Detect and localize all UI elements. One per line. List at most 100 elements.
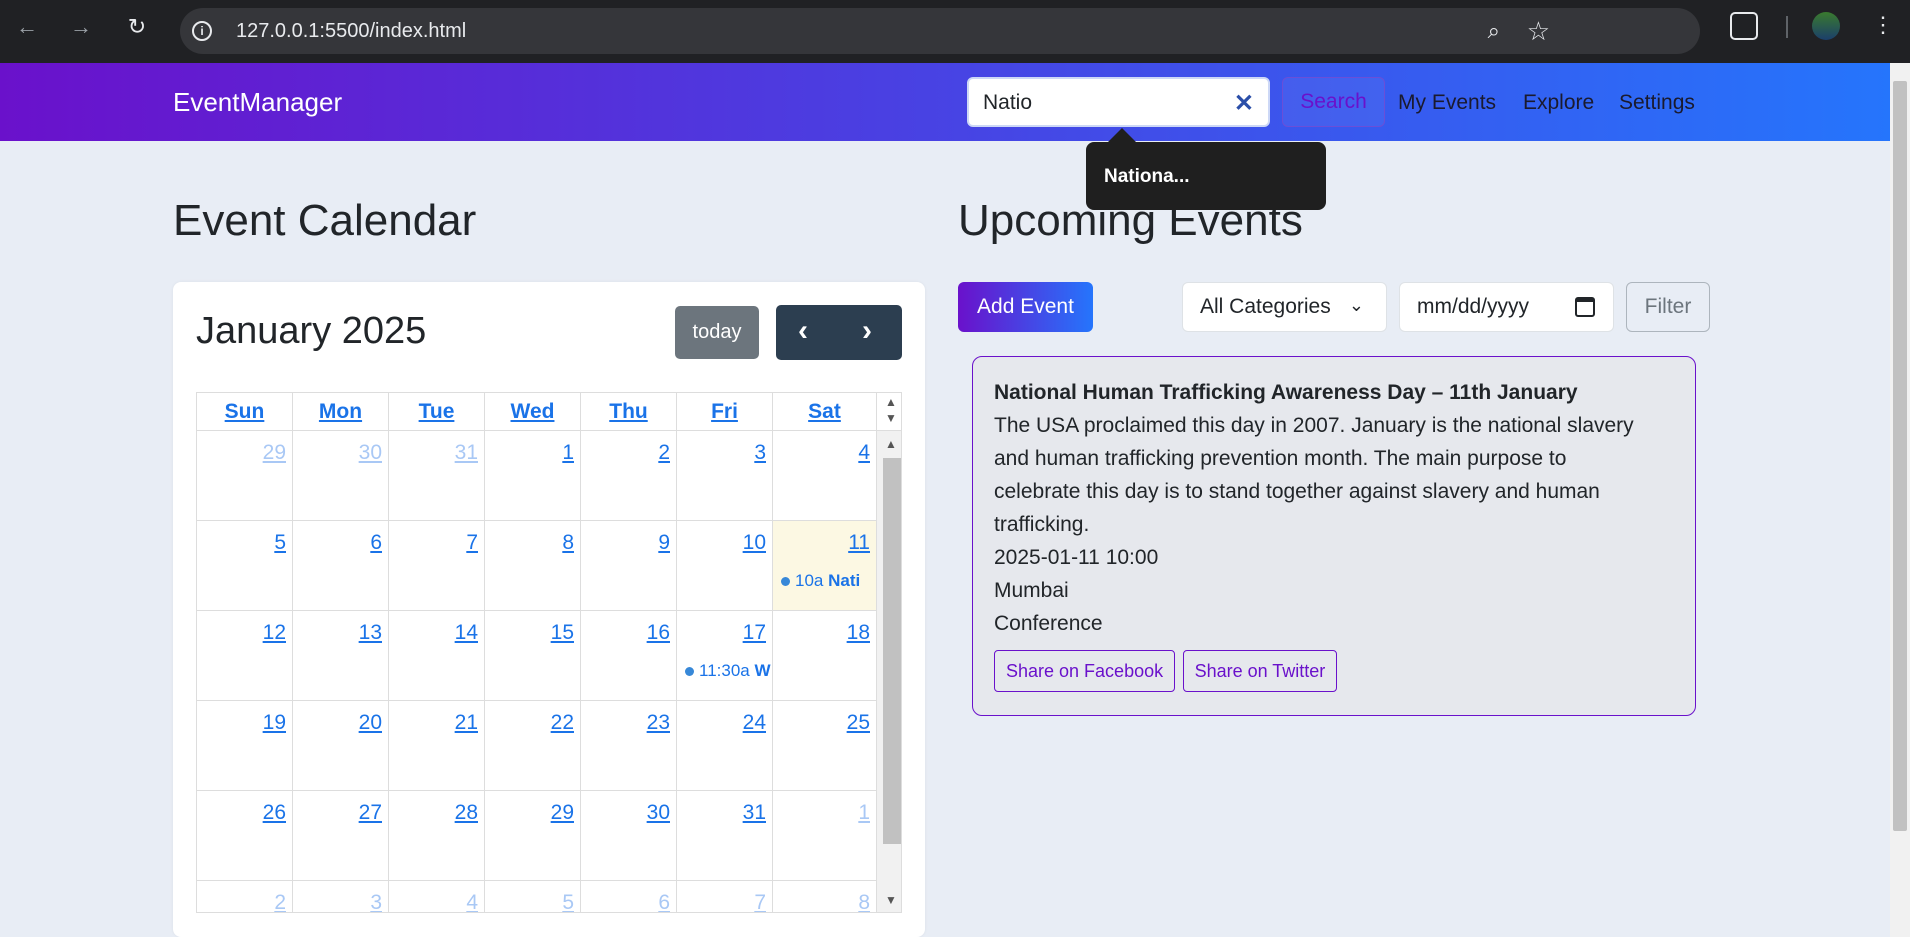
day-cell[interactable]: 8 <box>485 521 581 611</box>
address-bar[interactable]: i 127.0.0.1:5500/index.html ⌕ ☆ <box>180 8 1700 54</box>
day-number[interactable]: 16 <box>647 621 670 645</box>
clear-search-icon[interactable]: ✕ <box>1234 89 1254 118</box>
day-cell[interactable]: 6 <box>581 881 677 912</box>
day-number[interactable]: 20 <box>359 711 382 735</box>
day-number[interactable]: 29 <box>263 441 286 465</box>
day-cell[interactable]: 3 <box>293 881 389 912</box>
scroll-down-arrow-icon[interactable]: ▼ <box>885 411 897 425</box>
page-scrollbar-thumb[interactable] <box>1893 81 1907 831</box>
day-number[interactable]: 6 <box>370 531 382 555</box>
day-number[interactable]: 26 <box>263 801 286 825</box>
search-button[interactable]: Search <box>1282 77 1385 127</box>
next-month-button[interactable]: › <box>862 315 872 347</box>
day-cell[interactable]: 30 <box>581 791 677 881</box>
day-cell[interactable]: 29 <box>197 431 293 521</box>
search-input[interactable] <box>983 88 1223 118</box>
day-number[interactable]: 28 <box>455 801 478 825</box>
scroll-up-arrow-icon[interactable]: ▲ <box>885 437 897 451</box>
day-cell[interactable]: 8 <box>773 881 877 912</box>
day-cell[interactable]: 1 <box>485 431 581 521</box>
day-number[interactable]: 18 <box>847 621 870 645</box>
day-number[interactable]: 30 <box>647 801 670 825</box>
weekday-header-wed[interactable]: Wed <box>485 393 581 431</box>
day-cell[interactable]: 29 <box>485 791 581 881</box>
day-number[interactable]: 23 <box>647 711 670 735</box>
day-cell[interactable]: 4 <box>773 431 877 521</box>
weekday-header-sun[interactable]: Sun <box>197 393 293 431</box>
day-number[interactable]: 15 <box>551 621 574 645</box>
day-number[interactable]: 4 <box>858 441 870 465</box>
day-cell[interactable]: 6 <box>293 521 389 611</box>
share-facebook-button[interactable]: Share on Facebook <box>994 650 1176 692</box>
day-number[interactable]: 25 <box>847 711 870 735</box>
calendar-event[interactable]: 11:30a W <box>685 661 771 681</box>
nav-link-my-events[interactable]: My Events <box>1398 91 1496 115</box>
calendar-event[interactable]: 10a Nati <box>781 571 867 591</box>
day-cell[interactable]: 9 <box>581 521 677 611</box>
day-number[interactable]: 29 <box>551 801 574 825</box>
prev-month-button[interactable]: ‹ <box>798 315 808 347</box>
today-button[interactable]: today <box>675 306 759 359</box>
nav-link-settings[interactable]: Settings <box>1619 91 1695 115</box>
day-cell[interactable]: 18 <box>773 611 877 701</box>
day-cell[interactable]: 13 <box>293 611 389 701</box>
day-number[interactable]: 21 <box>455 711 478 735</box>
site-info-icon[interactable]: i <box>192 21 212 41</box>
day-number[interactable]: 22 <box>551 711 574 735</box>
day-cell[interactable]: 22 <box>485 701 581 791</box>
scroll-up-arrow-icon[interactable]: ▲ <box>885 395 897 409</box>
day-cell[interactable]: 27 <box>293 791 389 881</box>
day-number[interactable]: 31 <box>743 801 766 825</box>
day-number[interactable]: 1 <box>562 441 574 465</box>
day-number[interactable]: 13 <box>359 621 382 645</box>
calendar-scrollbar[interactable]: ▲ ▼ ▲ ▼ <box>877 393 901 912</box>
day-cell[interactable]: 25 <box>773 701 877 791</box>
day-number[interactable]: 10 <box>743 531 766 555</box>
weekday-header-sat[interactable]: Sat <box>773 393 877 431</box>
day-number[interactable]: 17 <box>743 621 766 645</box>
day-number[interactable]: 3 <box>754 441 766 465</box>
day-number[interactable]: 6 <box>658 891 670 912</box>
scroll-down-arrow-icon[interactable]: ▼ <box>885 893 897 907</box>
url-text[interactable]: 127.0.0.1:5500/index.html <box>236 20 466 43</box>
day-cell[interactable]: 16 <box>581 611 677 701</box>
day-number[interactable]: 19 <box>263 711 286 735</box>
day-number[interactable]: 24 <box>743 711 766 735</box>
search-suggestion-tooltip[interactable]: Nationa... <box>1086 142 1326 210</box>
day-number[interactable]: 4 <box>466 891 478 912</box>
day-cell[interactable]: 7 <box>677 881 773 912</box>
day-cell[interactable]: 14 <box>389 611 485 701</box>
day-number[interactable]: 14 <box>455 621 478 645</box>
bookmark-star-icon[interactable]: ☆ <box>1527 16 1550 47</box>
day-number[interactable]: 9 <box>658 531 670 555</box>
forward-icon[interactable]: → <box>68 14 94 40</box>
day-cell[interactable]: 10 <box>677 521 773 611</box>
day-cell[interactable]: 24 <box>677 701 773 791</box>
day-number[interactable]: 7 <box>754 891 766 912</box>
page-scrollbar[interactable] <box>1890 63 1910 937</box>
day-cell[interactable]: 19 <box>197 701 293 791</box>
category-select[interactable]: All Categories ⌄ <box>1182 282 1387 332</box>
day-cell[interactable]: 5 <box>197 521 293 611</box>
day-cell[interactable]: 2 <box>197 881 293 912</box>
day-number[interactable]: 8 <box>562 531 574 555</box>
day-number[interactable]: 11 <box>848 531 870 555</box>
day-number[interactable]: 27 <box>359 801 382 825</box>
more-menu-icon[interactable]: ⋮ <box>1872 12 1894 38</box>
scrollbar-thumb[interactable] <box>883 458 901 844</box>
day-number[interactable]: 1 <box>858 801 870 825</box>
day-cell[interactable]: 4 <box>389 881 485 912</box>
day-cell[interactable]: 17 11:30a W <box>677 611 773 701</box>
day-number[interactable]: 8 <box>858 891 870 912</box>
weekday-header-thu[interactable]: Thu <box>581 393 677 431</box>
day-cell[interactable]: 26 <box>197 791 293 881</box>
day-cell[interactable]: 30 <box>293 431 389 521</box>
day-cell[interactable]: 2 <box>581 431 677 521</box>
brand-logo[interactable]: EventManager <box>173 87 342 118</box>
day-cell[interactable]: 31 <box>389 431 485 521</box>
reload-icon[interactable]: ↻ <box>124 14 150 40</box>
day-cell[interactable]: 31 <box>677 791 773 881</box>
extensions-icon[interactable] <box>1730 12 1758 40</box>
day-number[interactable]: 2 <box>274 891 286 912</box>
day-cell[interactable]: 3 <box>677 431 773 521</box>
